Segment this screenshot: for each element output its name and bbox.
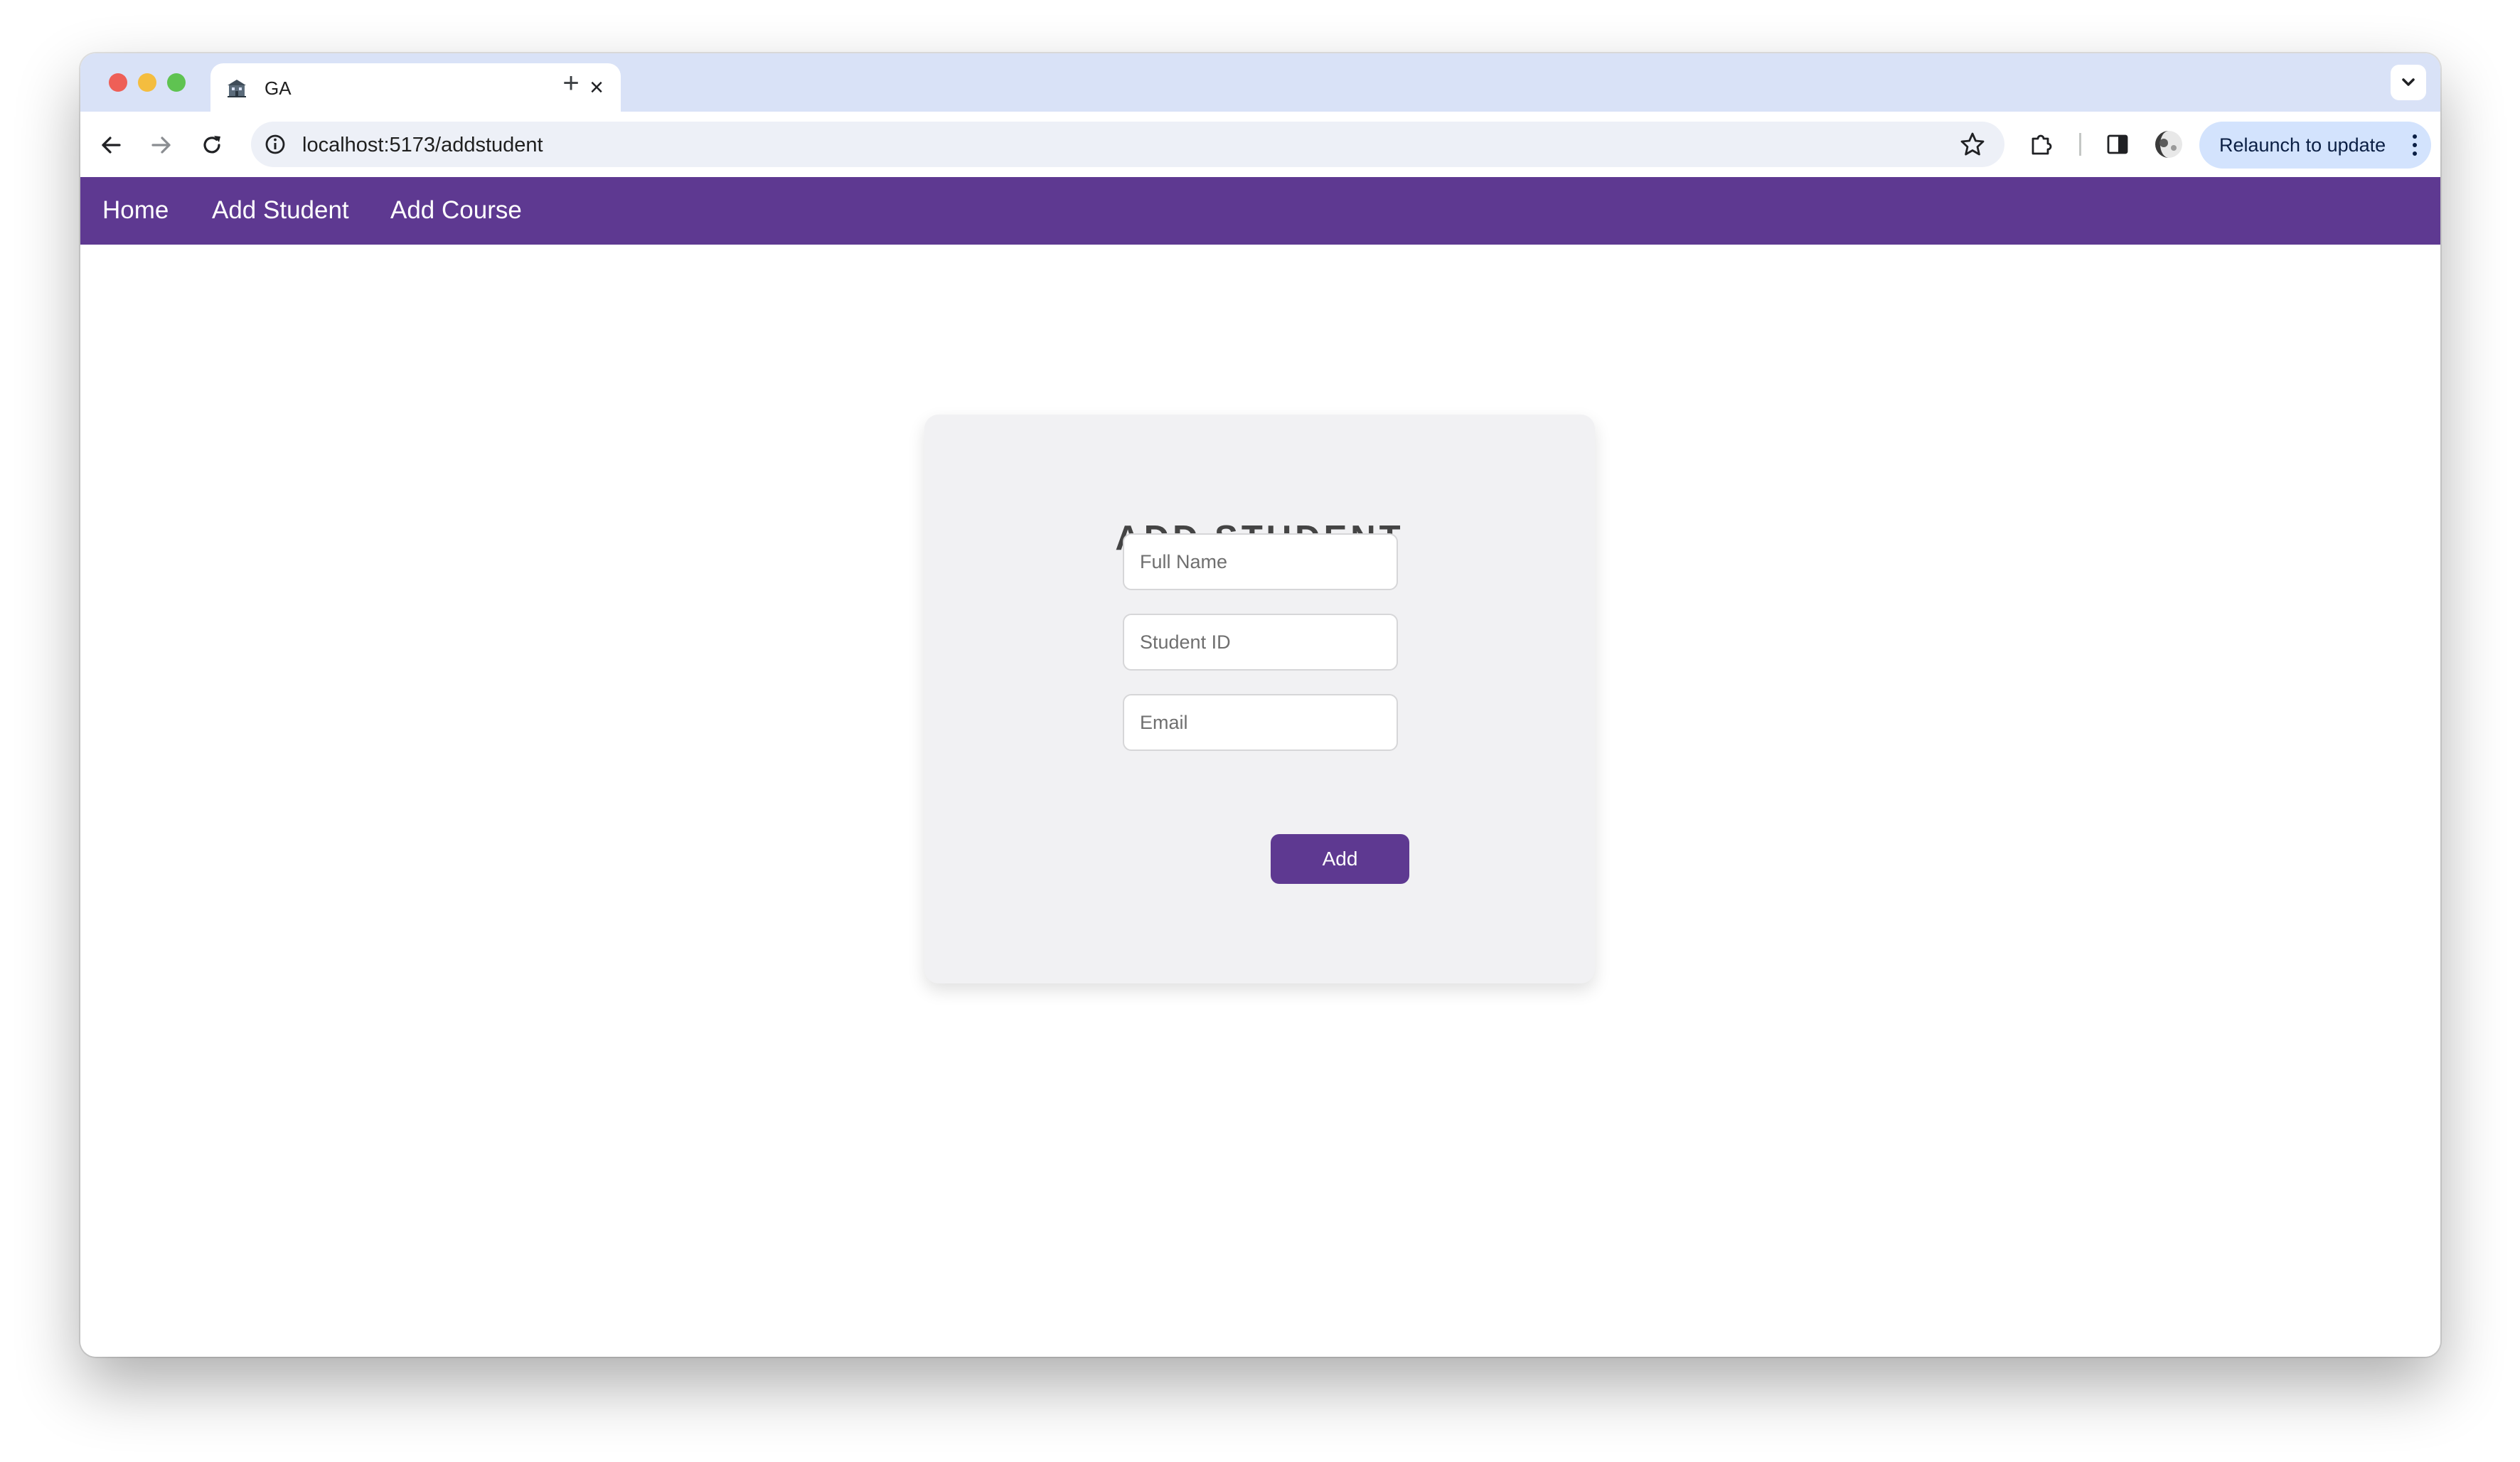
- profile-button[interactable]: [2153, 129, 2184, 160]
- side-panel-icon: [2107, 134, 2128, 154]
- browser-toolbar: localhost:5173/addstudent Relaunch to up…: [80, 112, 2440, 177]
- chevron-down-icon: [2402, 78, 2415, 86]
- browser-window: GA × + localhost:5173/addstudent Relaunc…: [80, 53, 2440, 1357]
- relaunch-label: Relaunch to update: [2219, 134, 2386, 156]
- reload-icon: [203, 136, 220, 154]
- school-building-icon: [228, 80, 246, 97]
- kebab-menu-icon: [2413, 134, 2417, 156]
- close-window-button[interactable]: [109, 73, 127, 92]
- extensions-button[interactable]: [2026, 129, 2057, 160]
- full-name-input[interactable]: [1123, 533, 1398, 590]
- puzzle-icon: [2032, 134, 2052, 155]
- forward-button[interactable]: [144, 127, 179, 163]
- avatar: [2155, 131, 2182, 158]
- url-text[interactable]: localhost:5173/addstudent: [302, 133, 543, 157]
- back-button[interactable]: [93, 127, 129, 163]
- tab-search-button[interactable]: [2391, 65, 2426, 100]
- tab-strip: GA × +: [80, 53, 2440, 112]
- toolbar-separator: [2079, 133, 2081, 156]
- reload-button[interactable]: [194, 127, 230, 163]
- side-panel-button[interactable]: [2102, 129, 2133, 160]
- nav-link-add-student[interactable]: Add Student: [212, 196, 349, 225]
- arrow-right-icon: [151, 137, 171, 154]
- relaunch-to-update-button[interactable]: Relaunch to update: [2199, 122, 2431, 169]
- zoom-window-button[interactable]: [167, 73, 186, 92]
- close-icon[interactable]: ×: [584, 75, 609, 100]
- arrow-left-icon: [102, 137, 121, 154]
- add-button[interactable]: Add: [1271, 834, 1409, 884]
- page-viewport: Home Add Student Add Course ADD STUDENT …: [80, 177, 2440, 1357]
- minimize-window-button[interactable]: [138, 73, 156, 92]
- star-icon[interactable]: [1959, 131, 1986, 158]
- nav-link-add-course[interactable]: Add Course: [390, 196, 522, 225]
- app-navbar: Home Add Student Add Course: [80, 177, 2440, 245]
- info-icon[interactable]: [262, 132, 288, 157]
- add-student-card: ADD STUDENT Add: [924, 415, 1595, 983]
- email-input[interactable]: [1123, 694, 1398, 751]
- student-id-input[interactable]: [1123, 614, 1398, 671]
- plus-icon[interactable]: +: [557, 69, 585, 97]
- address-bar[interactable]: localhost:5173/addstudent: [251, 122, 2004, 167]
- tab-title: GA: [265, 78, 292, 99]
- nav-link-home[interactable]: Home: [102, 196, 169, 225]
